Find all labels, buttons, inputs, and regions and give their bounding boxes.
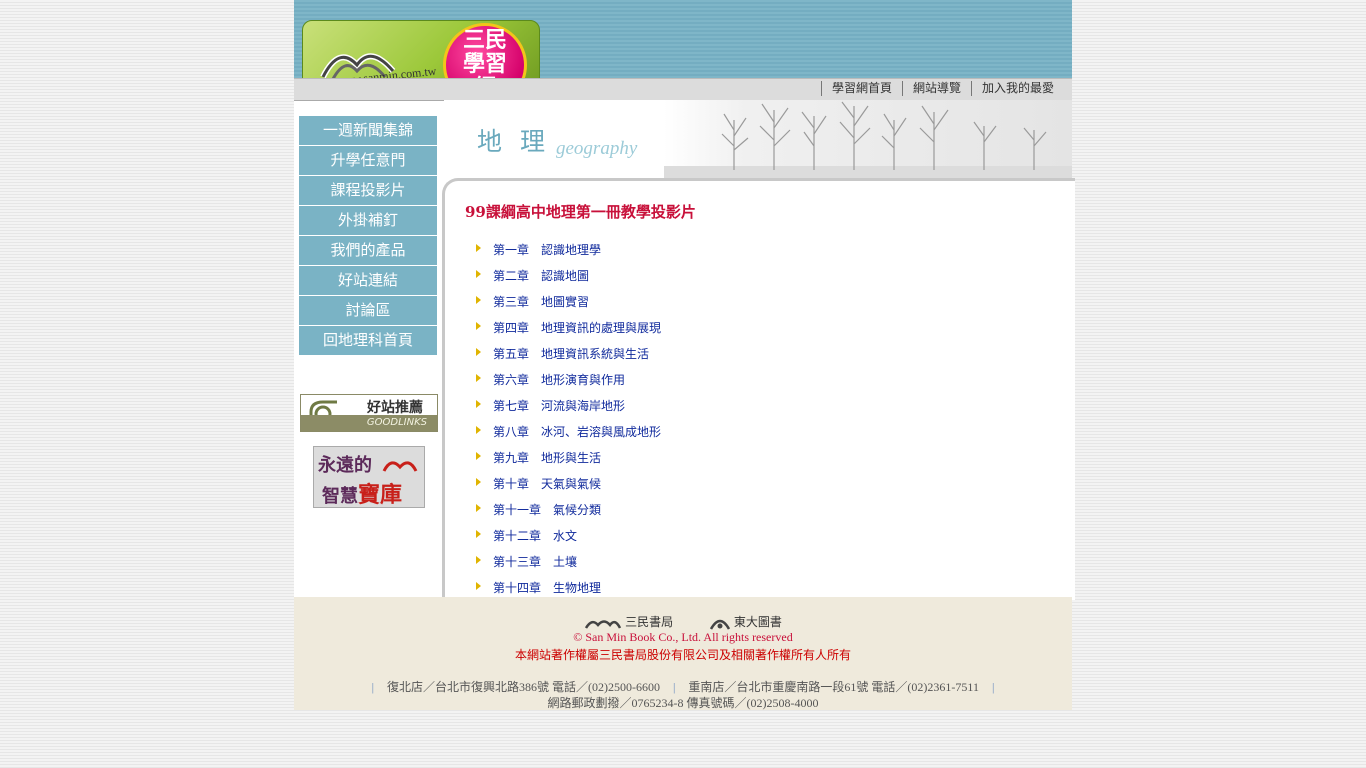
bullet-icon — [476, 244, 481, 252]
chapter-link[interactable]: 第二章 認識地圖 — [493, 267, 589, 284]
brand-sanmin-label: 三民書局 — [625, 615, 674, 629]
bullet-icon — [476, 530, 481, 538]
treasure-logo-icon — [382, 461, 418, 472]
chapter-link[interactable]: 第九章 地形與生活 — [493, 449, 601, 466]
section-banner: 地理 geography — [444, 100, 1072, 178]
bullet-icon — [476, 452, 481, 460]
brand-sanmin[interactable]: 三民書局 — [584, 613, 673, 630]
footer-brands: 三民書局 東大圖書 — [294, 613, 1072, 630]
bullet-icon — [476, 582, 481, 590]
treasure-banner[interactable]: 永遠的 智慧寶庫 — [313, 446, 425, 508]
treasure-line2b: 寶庫 — [358, 483, 403, 508]
chapter-link[interactable]: 第三章 地圖實習 — [493, 293, 589, 310]
bullet-icon — [476, 270, 481, 278]
chapter-link[interactable]: 第十一章 氣候分類 — [493, 501, 601, 518]
section-subtitle: geography — [556, 138, 638, 159]
header: www.sanmin.com.tw 三民學習網 學習網首頁 網站導覽 加入我的最… — [294, 0, 1072, 101]
nav-favorite-link[interactable]: 加入我的最愛 — [970, 81, 1064, 96]
chapter-link[interactable]: 第十三章 土壤 — [493, 553, 577, 570]
goodlinks-title: 好站推薦 — [367, 400, 423, 416]
brand-dongda[interactable]: 東大圖書 — [709, 613, 782, 630]
trees-illustration-icon — [664, 101, 1072, 178]
separator: | — [673, 680, 676, 694]
sidebar-item-admission[interactable]: 升學任意門 — [299, 146, 437, 175]
top-nav: 學習網首頁 網站導覽 加入我的最愛 — [294, 78, 1072, 101]
bullet-icon — [476, 478, 481, 486]
chapter-link[interactable]: 第十章 天氣與氣候 — [493, 475, 601, 492]
copyright-text: © San Min Book Co., Ltd. All rights rese… — [573, 630, 793, 644]
bullet-icon — [476, 322, 481, 330]
main-content: 99課綱高中地理第一冊教學投影片 第一章 認識地理學 第二章 認識地圖 第三章 … — [442, 178, 1075, 600]
chapter-link[interactable]: 第一章 認識地理學 — [493, 241, 601, 258]
section-title: 地理 — [477, 127, 564, 156]
bullet-icon — [476, 374, 481, 382]
sidebar-item-links[interactable]: 好站連結 — [299, 266, 437, 295]
chapter-link[interactable]: 第十二章 水文 — [493, 527, 577, 544]
treasure-line1: 永遠的 — [318, 455, 372, 476]
bullet-icon — [476, 504, 481, 512]
sidebar-item-slides[interactable]: 課程投影片 — [299, 176, 437, 205]
bullet-icon — [476, 296, 481, 304]
chapter-link[interactable]: 第六章 地形演育與作用 — [493, 371, 625, 388]
rights-text: 本網站著作權屬三民書局股份有限公司及相關著作權所有人所有 — [514, 648, 851, 662]
sidebar-item-products[interactable]: 我們的產品 — [299, 236, 437, 265]
page-container: www.sanmin.com.tw 三民學習網 學習網首頁 網站導覽 加入我的最… — [294, 0, 1075, 710]
bullet-icon — [476, 556, 481, 564]
separator: | — [371, 680, 375, 694]
chapter-link[interactable]: 第七章 河流與海岸地形 — [493, 397, 625, 414]
treasure-line2: 智慧寶庫 — [322, 477, 402, 509]
sidebar-item-news[interactable]: 一週新聞集錦 — [299, 116, 437, 145]
chapter-link[interactable]: 第四章 地理資訊的處理與展現 — [493, 319, 661, 336]
store-info: | 復北店／台北市復興北路386號 電話／(02)2500-6600 | 重南店… — [294, 678, 1072, 695]
separator: | — [991, 680, 995, 694]
banner-trees-image — [664, 100, 1072, 178]
content-title: 99課綱高中地理第一冊教學投影片 — [465, 203, 696, 221]
sidebar-item-patches[interactable]: 外掛補釘 — [299, 206, 437, 235]
brand-dongda-label: 東大圖書 — [733, 615, 782, 629]
bullet-icon — [476, 400, 481, 408]
bullet-icon — [476, 348, 481, 356]
chapter-link[interactable]: 第五章 地理資訊系統與生活 — [493, 345, 649, 362]
chapter-link[interactable]: 第十四章 生物地理 — [493, 579, 601, 596]
store-chongnan: 重南店／台北市重慶南路一段61號 電話／(02)2361-7511 — [688, 680, 979, 694]
sidebar-item-geography-home[interactable]: 回地理科首頁 — [299, 326, 437, 355]
treasure-line2a: 智慧 — [322, 486, 358, 507]
sanmin-logo-icon — [584, 619, 622, 629]
sidebar: 一週新聞集錦 升學任意門 課程投影片 外掛補釘 我們的產品 好站連結 討論區 回… — [299, 116, 437, 356]
sidebar-item-forum[interactable]: 討論區 — [299, 296, 437, 325]
postal-info: 網路郵政劃撥／0765234-8 傳真號碼／(02)2508-4000 — [547, 696, 819, 710]
nav-sitemap-link[interactable]: 網站導覽 — [901, 81, 971, 96]
chapter-link[interactable]: 第八章 冰河、岩溶與風成地形 — [493, 423, 661, 440]
bullet-icon — [476, 426, 481, 434]
nav-home-link[interactable]: 學習網首頁 — [820, 81, 902, 96]
store-fubei: 復北店／台北市復興北路386號 電話／(02)2500-6600 — [387, 680, 661, 694]
dongda-logo-icon — [709, 619, 730, 630]
footer: 三民書局 東大圖書 © San Min Book Co., Ltd. All r… — [294, 597, 1072, 710]
goodlinks-banner[interactable]: 好站推薦 GOODLINKS — [300, 394, 438, 432]
goodlinks-subtitle: GOODLINKS — [301, 415, 437, 431]
